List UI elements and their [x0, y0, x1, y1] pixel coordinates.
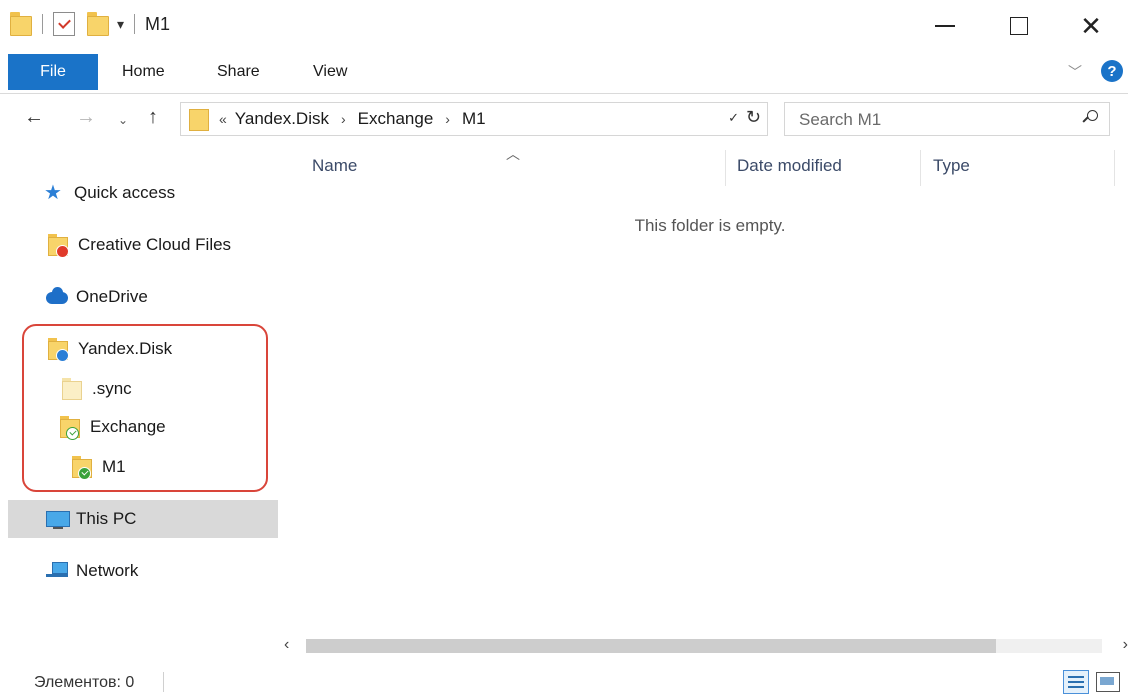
nav-item-label: Network	[76, 561, 139, 580]
folder-icon	[189, 107, 209, 131]
tab-home[interactable]: Home	[122, 54, 165, 90]
breadcrumb-exchange[interactable]: Exchange	[358, 109, 434, 129]
quick-access-star-icon: ★	[44, 182, 62, 204]
up-arrow-icon[interactable]: ↑	[148, 106, 158, 129]
nav-item-onedrive[interactable]: OneDrive	[8, 278, 278, 316]
nav-item-yandex-disk[interactable]: Yandex.Disk	[8, 330, 278, 368]
breadcrumb-yandex-disk[interactable]: Yandex.Disk	[235, 109, 329, 129]
nav-item-this-pc[interactable]: This PC	[8, 500, 278, 538]
maximize-icon	[1010, 17, 1028, 35]
synced-folder-icon	[72, 456, 94, 480]
ribbon-tabs: File Home Share View ﹀ ?	[0, 52, 1128, 94]
details-view-icon[interactable]	[1063, 670, 1089, 694]
onedrive-cloud-icon	[46, 286, 68, 308]
status-divider	[163, 672, 164, 692]
scroll-track[interactable]	[306, 639, 1102, 653]
synced-folder-icon	[60, 416, 82, 440]
quick-access-toolbar: ▾ M1	[10, 12, 170, 36]
search-input[interactable]: Search M1	[799, 110, 881, 130]
empty-folder-message: This folder is empty.	[634, 216, 786, 235]
nav-item-label: Yandex.Disk	[78, 339, 173, 358]
computer-icon	[46, 508, 70, 530]
properties-icon[interactable]	[53, 12, 75, 36]
column-header-name[interactable]: Name	[312, 156, 357, 176]
navigation-bar: ← → ⌄ ↑ « Yandex.Disk › Exchange › M1 ✓ …	[0, 94, 1128, 146]
tab-view[interactable]: View	[313, 54, 347, 90]
window-title: M1	[145, 13, 171, 34]
toolbar-divider	[42, 14, 43, 34]
toolbar-divider	[134, 14, 136, 34]
nav-item-label: M1	[102, 457, 126, 476]
folder-icon[interactable]	[10, 12, 32, 36]
search-icon[interactable]	[1082, 109, 1099, 125]
nav-item-quick-access[interactable]: ★ Quick access	[8, 174, 278, 212]
breadcrumb-m1[interactable]: M1	[462, 109, 486, 129]
network-icon	[46, 560, 68, 582]
scroll-left-arrow-icon[interactable]: ‹	[284, 636, 289, 654]
close-icon: ✕	[1080, 11, 1102, 41]
horizontal-scrollbar[interactable]: ‹ ›	[282, 636, 1128, 656]
search-box[interactable]: Search M1	[784, 102, 1110, 136]
scroll-right-arrow-icon[interactable]: ›	[1123, 636, 1128, 654]
back-arrow-icon[interactable]: ←	[24, 106, 44, 129]
sort-ascending-icon: ︿	[506, 146, 520, 162]
column-header-date-modified[interactable]: Date modified	[737, 156, 842, 176]
file-list-pane[interactable]: ︿ Name Date modified Type This folder is…	[282, 146, 1128, 640]
minimize-button[interactable]	[908, 0, 982, 52]
nav-item-label: Exchange	[90, 417, 166, 436]
breadcrumb-separator-icon[interactable]: ›	[341, 111, 346, 127]
scroll-thumb[interactable]	[306, 639, 996, 653]
status-bar: Элементов: 0	[0, 664, 1128, 698]
help-icon[interactable]: ?	[1101, 60, 1123, 82]
yandex-disk-folder-icon	[48, 338, 70, 362]
nav-item-label: This PC	[76, 509, 137, 528]
navigation-pane: ★ Quick access Creative Cloud Files OneD…	[0, 146, 280, 640]
creative-cloud-folder-icon	[48, 234, 70, 258]
tab-share[interactable]: Share	[217, 54, 260, 90]
nav-item-label: Creative Cloud Files	[78, 235, 232, 254]
large-icons-view-icon[interactable]	[1096, 672, 1120, 692]
customize-toolbar-dropdown-icon[interactable]: ▾	[117, 17, 124, 31]
recent-locations-chevron-icon[interactable]: ⌄	[118, 113, 128, 127]
nav-item-label: Quick access	[74, 183, 176, 202]
close-button[interactable]: ✕	[1054, 0, 1128, 52]
address-bar[interactable]: « Yandex.Disk › Exchange › M1 ✓ ↻	[180, 102, 768, 136]
folder-icon	[62, 378, 84, 400]
title-bar: ▾ M1 ✕	[0, 0, 1128, 52]
nav-item-m1[interactable]: M1	[8, 448, 278, 486]
minimize-icon	[935, 25, 955, 27]
column-divider[interactable]	[725, 150, 726, 186]
breadcrumb-separator-icon[interactable]: ›	[445, 111, 450, 127]
column-divider[interactable]	[1114, 150, 1115, 186]
column-header-type[interactable]: Type	[933, 156, 970, 176]
refresh-icon[interactable]: ↻	[746, 107, 761, 128]
new-folder-icon[interactable]	[87, 12, 109, 36]
tab-file[interactable]: File	[8, 54, 98, 90]
nav-item-exchange[interactable]: Exchange	[8, 408, 278, 446]
breadcrumb-overflow-icon[interactable]: «	[219, 111, 227, 127]
expand-ribbon-chevron-icon[interactable]: ﹀	[1068, 62, 1082, 82]
column-divider[interactable]	[920, 150, 921, 186]
nav-item-creative-cloud-files[interactable]: Creative Cloud Files	[8, 226, 278, 264]
maximize-button[interactable]	[982, 0, 1056, 52]
item-count: Элементов: 0	[34, 674, 135, 691]
forward-arrow-icon[interactable]: →	[76, 106, 96, 129]
nav-item-label: OneDrive	[76, 287, 148, 306]
nav-item-network[interactable]: Network	[8, 552, 278, 590]
nav-item-label: .sync	[92, 379, 132, 398]
nav-item-sync[interactable]: .sync	[8, 370, 278, 408]
address-dropdown-icon[interactable]: ✓	[728, 110, 739, 126]
